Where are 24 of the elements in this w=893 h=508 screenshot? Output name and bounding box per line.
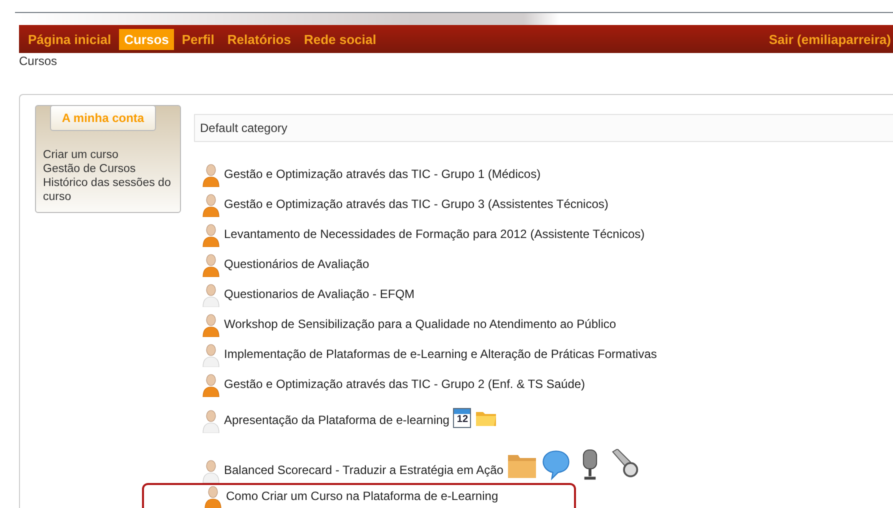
course-link[interactable]: Workshop de Sensibilização para a Qualidade no Atendimento ao Público [224, 317, 616, 337]
block-title: A minha conta [50, 105, 156, 131]
nav-tab[interactable]: Rede social [298, 28, 382, 50]
nav-tab[interactable]: Página inicial [23, 28, 116, 50]
sidebar-link[interactable]: Histórico das sessões do curso [43, 176, 178, 204]
calendar-icon[interactable]: 12 [453, 408, 472, 428]
sidebar-link[interactable]: Gestão de Cursos [43, 162, 178, 176]
breadcrumb: Cursos [19, 53, 58, 68]
course-link[interactable]: Como Criar um Curso na Plataforma de e-Learning [226, 489, 498, 508]
course-link[interactable]: Implementação de Plataformas de e-Learning e Alteração de Práticas Formativas [224, 347, 657, 367]
course-link[interactable]: Gestão e Optimização através das TIC - Grupo 3 (Assistentes Técnicos) [224, 197, 608, 217]
nav-tab[interactable]: Perfil [176, 28, 220, 50]
course-link[interactable]: Apresentação da Plataforma de e-learning [224, 413, 450, 433]
nav-tab[interactable]: Relatórios [222, 28, 296, 50]
course-link[interactable]: Levantamento de Necessidades de Formação para 2012 (Assistente Técnicos) [224, 227, 645, 247]
logout-link[interactable]: Sair (emiliaparreira) [768, 32, 893, 46]
sidebar-link[interactable]: Criar um curso [43, 148, 178, 162]
course-link[interactable]: Gestão e Optimização através das TIC - Grupo 2 (Enf. & TS Saúde) [224, 377, 586, 397]
course-link[interactable]: Balanced Scorecard - Traduzir a Estratégia em Ação [224, 463, 504, 483]
course-link[interactable]: Questionários de Avaliação [224, 257, 370, 277]
course-link[interactable]: Questionarios de Avaliação - EFQM [224, 287, 415, 307]
course-link[interactable]: Gestão e Optimização através das TIC - Grupo 1 (Médicos) [224, 167, 541, 187]
category-header: Default category [194, 114, 893, 142]
speech-bubble-icon[interactable] [541, 449, 572, 481]
